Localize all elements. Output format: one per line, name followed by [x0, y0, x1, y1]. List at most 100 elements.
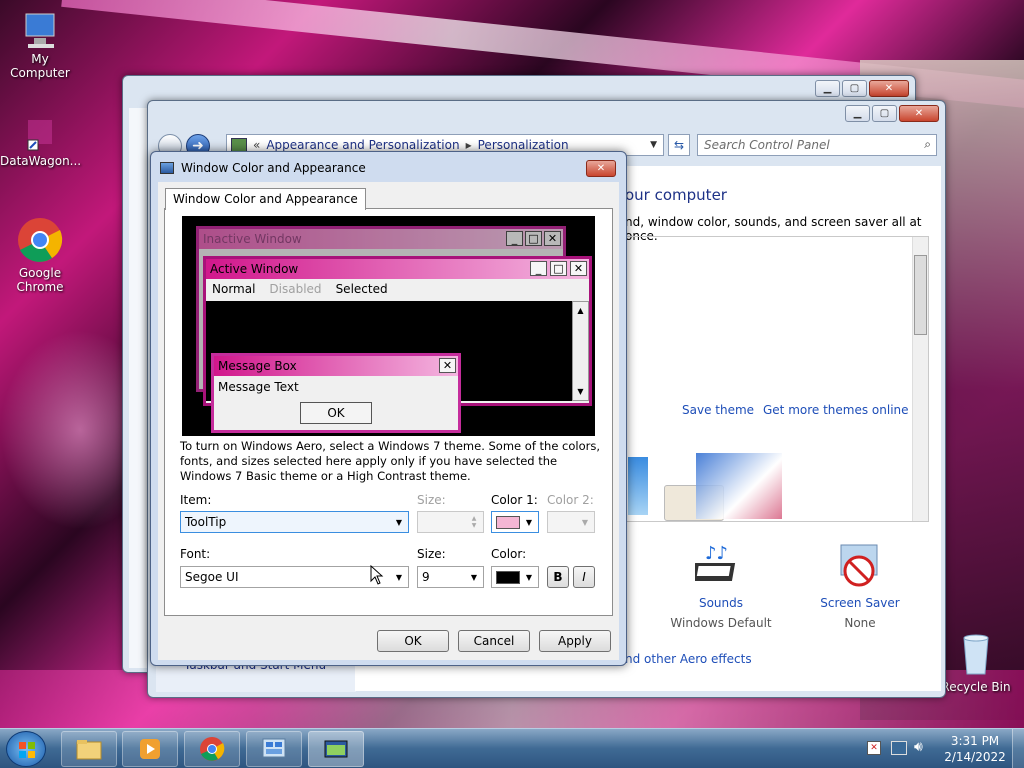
inactive-window-title: Inactive Window: [203, 232, 302, 246]
maximize-icon: □: [550, 261, 567, 276]
desktop-icon-label: DataWagon...: [0, 154, 82, 168]
font-value: Segoe UI: [185, 570, 239, 584]
window-color-dialog[interactable]: Window Color and Appearance ✕ Window Col…: [150, 151, 627, 666]
chrome-icon: [200, 737, 225, 761]
breadcrumb-item[interactable]: Personalization: [478, 138, 569, 152]
font-color-swatch: [496, 570, 520, 584]
maximize-button[interactable]: ▢: [842, 80, 867, 97]
breadcrumb-separator: ▸: [465, 138, 472, 152]
sounds-icon[interactable]: ♪♪: [691, 541, 745, 591]
scrollbar[interactable]: [912, 237, 928, 521]
color2-picker: ▼: [547, 511, 595, 533]
minimize-icon: _: [530, 261, 547, 276]
cancel-button[interactable]: Cancel: [458, 630, 530, 652]
theme-thumbnail[interactable]: [628, 457, 648, 515]
taskbar: ✕ 🔊︎ 3:31 PM 2/14/2022: [0, 728, 1024, 768]
taskbar-media-player[interactable]: [122, 731, 178, 767]
desktop-icon-label: Google Chrome: [16, 266, 64, 294]
media-player-icon: [140, 739, 160, 759]
sounds-value: Windows Default: [670, 616, 772, 630]
preview-scrollbar: ▲ ▼: [572, 301, 589, 401]
chevron-down-icon[interactable]: ▼: [650, 140, 657, 150]
taskbar-window-color[interactable]: [308, 731, 364, 767]
dialog-icon: [160, 162, 174, 174]
theme-thumbnail[interactable]: [696, 453, 782, 519]
screen-saver-value: None: [844, 616, 876, 630]
scrollbar-thumb[interactable]: [914, 255, 927, 335]
save-theme-link[interactable]: Save theme: [682, 403, 754, 417]
desktop-icon-my-computer[interactable]: My Computer: [0, 10, 80, 80]
clock-time[interactable]: 3:31 PM: [942, 734, 1008, 748]
control-panel-icon: [262, 738, 286, 758]
recycle-bin-icon: [956, 630, 996, 678]
windows-logo-icon: [19, 742, 35, 758]
appearance-preview[interactable]: Inactive Window _ □ ✕ Active Window _ □ …: [182, 216, 595, 436]
ok-button[interactable]: OK: [377, 630, 449, 652]
close-button[interactable]: ✕: [899, 105, 939, 122]
clock-date[interactable]: 2/14/2022: [942, 750, 1008, 764]
search-input[interactable]: Search Control Panel ⌕: [697, 134, 937, 156]
close-icon: ✕: [544, 231, 561, 246]
active-window-title: Active Window: [210, 262, 299, 276]
preview-menu: Normal Disabled Selected: [206, 279, 589, 299]
desktop-icon-google-chrome[interactable]: Google Chrome: [0, 216, 80, 294]
item-value: ToolTip: [185, 515, 227, 529]
taskbar-explorer[interactable]: [61, 731, 117, 767]
close-icon: ✕: [439, 358, 456, 373]
taskbar-chrome[interactable]: [184, 731, 240, 767]
font-size-select[interactable]: 9 ▼: [417, 566, 484, 588]
window-color-icon: [324, 740, 348, 758]
screen-saver-label[interactable]: Screen Saver: [820, 596, 899, 610]
start-button[interactable]: [6, 731, 46, 767]
action-center-icon[interactable]: ✕: [867, 741, 881, 755]
chrome-icon: [16, 216, 64, 264]
theme-list[interactable]: Save theme Get more themes online: [625, 236, 929, 522]
screen-saver-icon[interactable]: [835, 541, 885, 591]
bold-button[interactable]: B: [547, 566, 569, 588]
minimize-button[interactable]: ▁: [845, 105, 870, 122]
chevron-down-icon: ▼: [395, 517, 403, 527]
get-more-themes-link[interactable]: Get more themes online: [763, 403, 909, 417]
maximize-button[interactable]: ▢: [872, 105, 897, 122]
maximize-icon: □: [525, 231, 542, 246]
dialog-title: Window Color and Appearance: [181, 161, 366, 175]
font-color-picker[interactable]: ▼: [491, 566, 539, 588]
minimize-button[interactable]: ▁: [815, 80, 840, 97]
dialog-body: Window Color and Appearance Inactive Win…: [158, 182, 619, 660]
close-button[interactable]: ✕: [586, 160, 616, 177]
search-icon: ⌕: [924, 137, 931, 151]
refresh-button[interactable]: ⇆: [668, 134, 690, 156]
desktop-icon-recycle-bin[interactable]: Recycle Bin: [936, 630, 1016, 694]
size-label: Size:: [417, 493, 446, 507]
computer-icon: [20, 10, 60, 50]
desktop-icon-datawagon[interactable]: DataWagon...: [0, 112, 82, 168]
preview-ok-button: OK: [300, 402, 372, 424]
spinner-arrows-icon: ▲ ▼: [471, 515, 477, 529]
message-box-preview: Message Box ✕ Message Text OK: [211, 353, 461, 433]
show-desktop-button[interactable]: [1012, 729, 1024, 768]
apply-button[interactable]: Apply: [539, 630, 611, 652]
aero-effects-link[interactable]: nd other Aero effects: [625, 652, 752, 666]
color2-label: Color 2:: [547, 493, 594, 507]
close-button[interactable]: ✕: [869, 80, 909, 97]
taskbar-control-panel[interactable]: [246, 731, 302, 767]
chevron-down-icon: ▼: [525, 517, 533, 527]
item-select[interactable]: ToolTip ▼: [180, 511, 409, 533]
shortcut-icon: [20, 112, 60, 152]
font-size-value: 9: [422, 570, 430, 584]
volume-icon[interactable]: 🔊︎: [914, 739, 923, 755]
breadcrumb-item[interactable]: Appearance and Personalization: [266, 138, 459, 152]
network-icon[interactable]: [891, 741, 907, 755]
color1-picker[interactable]: ▼: [491, 511, 539, 533]
chevron-down-icon: ▼: [525, 572, 533, 582]
desktop-icon-label: My Computer: [10, 52, 70, 80]
page-heading: our computer: [625, 186, 727, 204]
control-panel-icon: [231, 138, 247, 152]
italic-button[interactable]: I: [573, 566, 595, 588]
sounds-label[interactable]: Sounds: [699, 596, 743, 610]
tab-window-color[interactable]: Window Color and Appearance: [165, 188, 366, 210]
chevron-down-icon: ▼: [395, 572, 403, 582]
desktop-icon-label: Recycle Bin: [941, 680, 1011, 694]
svg-text:♪♪: ♪♪: [705, 543, 728, 564]
minimize-icon: _: [506, 231, 523, 246]
